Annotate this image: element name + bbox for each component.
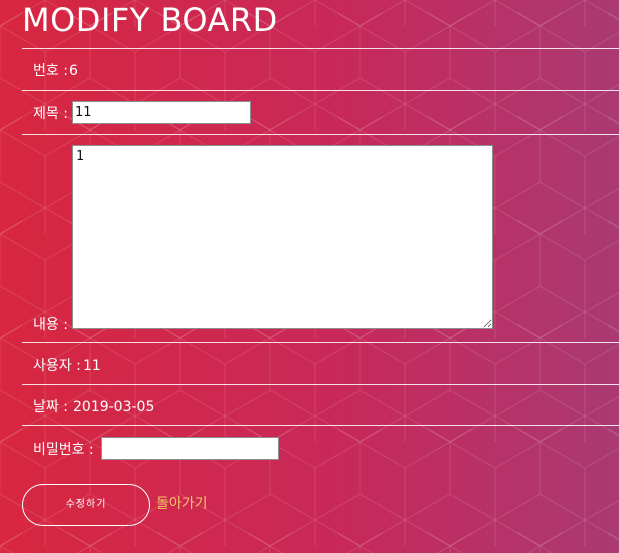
user-label: 사용자 :: [33, 358, 81, 374]
number-value: 6: [69, 63, 78, 79]
divider: [22, 384, 619, 385]
content-textarea[interactable]: 1: [72, 145, 493, 329]
content-label: 내용 :: [33, 317, 68, 333]
page-title: MODIFY BOARD: [22, 1, 278, 39]
subject-input[interactable]: [72, 101, 251, 124]
password-input[interactable]: [101, 437, 279, 460]
back-link[interactable]: 돌아가기: [156, 495, 208, 513]
number-label: 번호 :: [33, 63, 68, 79]
divider: [22, 48, 619, 49]
date-label: 날짜 :: [33, 399, 68, 415]
modify-submit-button[interactable]: 수정하기: [22, 484, 150, 526]
divider: [22, 342, 619, 343]
password-label: 비밀번호 :: [33, 442, 94, 458]
user-value: 11: [83, 358, 101, 374]
divider: [22, 134, 619, 135]
subject-label: 제목 :: [33, 106, 68, 122]
divider: [22, 90, 619, 91]
date-value: 2019-03-05: [73, 399, 155, 415]
divider: [22, 425, 619, 426]
